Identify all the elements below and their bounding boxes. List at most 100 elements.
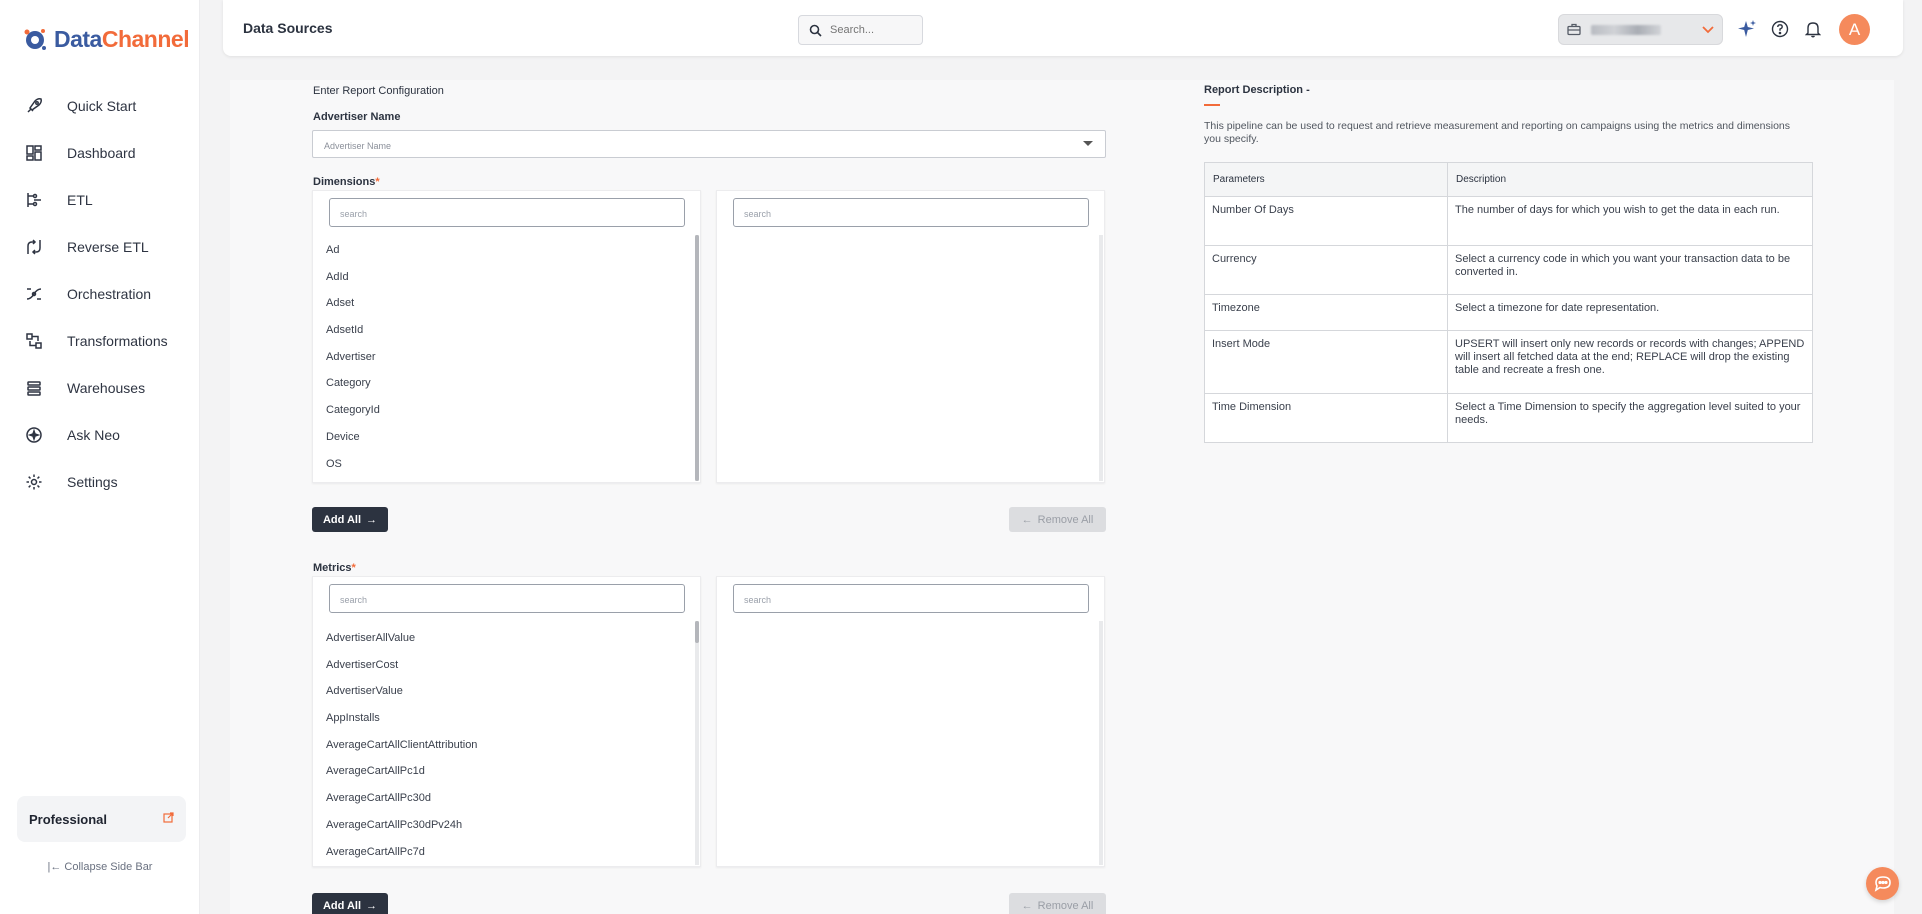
list-item[interactable]: AverageCartAllPc1d <box>326 758 477 785</box>
sidebar-item-warehouses[interactable]: Warehouses <box>0 364 200 411</box>
notification-bell-icon[interactable] <box>1802 18 1824 40</box>
warehouses-icon <box>24 378 44 398</box>
workspace-select[interactable] <box>1558 14 1723 45</box>
plan-card[interactable]: Professional <box>17 796 186 842</box>
title-underline <box>1204 104 1220 106</box>
chevron-down-icon <box>1702 25 1714 33</box>
advertiser-select[interactable]: Advertiser Name <box>312 130 1106 158</box>
dimensions-label: Dimensions* <box>313 176 380 188</box>
list-item[interactable]: AdvertiserAllValue <box>326 625 477 652</box>
sidebar-item-label: Reverse ETL <box>67 238 149 255</box>
list-item[interactable]: Device <box>326 424 380 451</box>
collapse-icon: |← <box>47 861 62 873</box>
table-row: Currency Select a currency code in which… <box>1204 245 1813 295</box>
metrics-available-panel: search AdvertiserAllValue AdvertiserCost… <box>312 576 701 867</box>
plan-name: Professional <box>29 811 108 827</box>
metrics-selected-panel: search <box>716 576 1105 867</box>
param-cell: Time Dimension <box>1204 393 1448 443</box>
datachannel-logo[interactable]: DataChannel <box>22 26 190 53</box>
metrics-add-all-button[interactable]: Add All → <box>312 893 388 914</box>
external-link-icon[interactable] <box>163 810 174 828</box>
sidebar: DataChannel Quick Start Dashboard ETL Re… <box>0 0 200 914</box>
brand-name: DataChannel <box>54 26 190 52</box>
param-cell: Currency <box>1204 245 1448 295</box>
sidebar-item-orchestration[interactable]: Orchestration <box>0 270 200 317</box>
dimensions-search-input[interactable]: search <box>329 198 685 227</box>
etl-icon <box>24 190 44 210</box>
ask-neo-icon <box>24 425 44 445</box>
sidebar-item-quick-start[interactable]: Quick Start <box>0 82 200 129</box>
list-item[interactable]: OS <box>326 451 380 478</box>
button-label: Remove All <box>1037 899 1094 912</box>
page-title: Data Sources <box>243 20 333 36</box>
reverse-etl-icon <box>24 237 44 257</box>
metrics-search-input[interactable]: search <box>329 584 685 613</box>
button-label: Remove All <box>1037 513 1094 526</box>
scrollbar[interactable] <box>1099 621 1103 865</box>
scrollbar[interactable] <box>695 621 699 865</box>
parameters-table: Parameters Description Number Of Days Th… <box>1204 162 1813 443</box>
section-label: Enter Report Configuration <box>313 85 444 97</box>
button-label: Add All <box>322 513 362 526</box>
button-label: Add All <box>322 899 362 912</box>
column-header: Description <box>1447 162 1813 197</box>
scrollbar-thumb[interactable] <box>695 235 699 481</box>
sparkle-ai-icon[interactable] <box>1736 18 1758 40</box>
sidebar-item-label: Settings <box>67 473 118 490</box>
dashboard-icon <box>24 143 44 163</box>
scrollbar-thumb[interactable] <box>695 621 699 643</box>
report-description-text: This pipeline can be used to request and… <box>1204 120 1791 145</box>
search-input[interactable] <box>830 24 910 36</box>
dimensions-list: Ad AdId Adset AdsetId Advertiser Categor… <box>326 237 380 477</box>
list-item[interactable]: Adset <box>326 290 380 317</box>
list-item[interactable]: AdsetId <box>326 317 380 344</box>
metrics-selected-search-input[interactable]: search <box>733 584 1089 613</box>
user-avatar[interactable]: A <box>1839 14 1870 45</box>
table-row: Time Dimension Select a Time Dimension t… <box>1204 393 1813 443</box>
list-item[interactable]: Advertiser <box>326 344 380 371</box>
chat-bubble-icon <box>1874 876 1891 892</box>
list-item[interactable]: AverageCartAllPc30dPv24h <box>326 812 477 839</box>
sidebar-item-settings[interactable]: Settings <box>0 458 200 505</box>
dimensions-selected-search-input[interactable]: search <box>733 198 1089 227</box>
list-item[interactable]: CategoryId <box>326 397 380 424</box>
sidebar-nav: Quick Start Dashboard ETL Reverse ETL Or… <box>0 82 200 505</box>
collapse-sidebar-button[interactable]: |← Collapse Side Bar <box>0 861 200 873</box>
sidebar-item-dashboard[interactable]: Dashboard <box>0 129 200 176</box>
list-item[interactable]: AverageCartAllPc30d <box>326 785 477 812</box>
list-item[interactable]: AdvertiserValue <box>326 678 477 705</box>
list-item[interactable]: AdvertiserCost <box>326 652 477 679</box>
list-item[interactable]: Ad <box>326 237 380 264</box>
help-icon[interactable] <box>1769 18 1791 40</box>
sidebar-item-label: Orchestration <box>67 285 152 302</box>
sidebar-item-ask-neo[interactable]: Ask Neo <box>0 411 200 458</box>
sidebar-item-etl[interactable]: ETL <box>0 176 200 223</box>
table-header-row: Parameters Description <box>1204 162 1813 197</box>
dimensions-remove-all-button[interactable]: ← Remove All <box>1009 507 1106 532</box>
dimensions-add-all-button[interactable]: Add All → <box>312 507 388 532</box>
param-cell: Timezone <box>1204 294 1448 331</box>
list-item[interactable]: AppInstalls <box>326 705 477 732</box>
table-row: Timezone Select a timezone for date repr… <box>1204 294 1813 331</box>
scrollbar[interactable] <box>1099 235 1103 481</box>
param-cell: Insert Mode <box>1204 330 1448 394</box>
search-icon <box>809 24 822 37</box>
list-item[interactable]: Category <box>326 370 380 397</box>
global-search[interactable] <box>798 15 923 45</box>
transformations-icon <box>24 331 44 351</box>
description-cell: Select a currency code in which you want… <box>1447 245 1813 295</box>
metrics-remove-all-button[interactable]: ← Remove All <box>1009 893 1106 914</box>
chat-support-button[interactable] <box>1866 867 1899 900</box>
briefcase-icon <box>1567 23 1581 36</box>
sidebar-item-reverse-etl[interactable]: Reverse ETL <box>0 223 200 270</box>
table-row: Number Of Days The number of days for wh… <box>1204 196 1813 246</box>
list-item[interactable]: AverageCartAllPc7d <box>326 839 477 866</box>
sidebar-item-transformations[interactable]: Transformations <box>0 317 200 364</box>
scrollbar[interactable] <box>695 235 699 481</box>
list-item[interactable]: AverageCartAllClientAttribution <box>326 732 477 759</box>
rocket-icon <box>24 96 44 116</box>
orchestration-icon <box>24 284 44 304</box>
metrics-label: Metrics* <box>313 562 356 574</box>
param-cell: Number Of Days <box>1204 196 1448 246</box>
list-item[interactable]: AdId <box>326 264 380 291</box>
